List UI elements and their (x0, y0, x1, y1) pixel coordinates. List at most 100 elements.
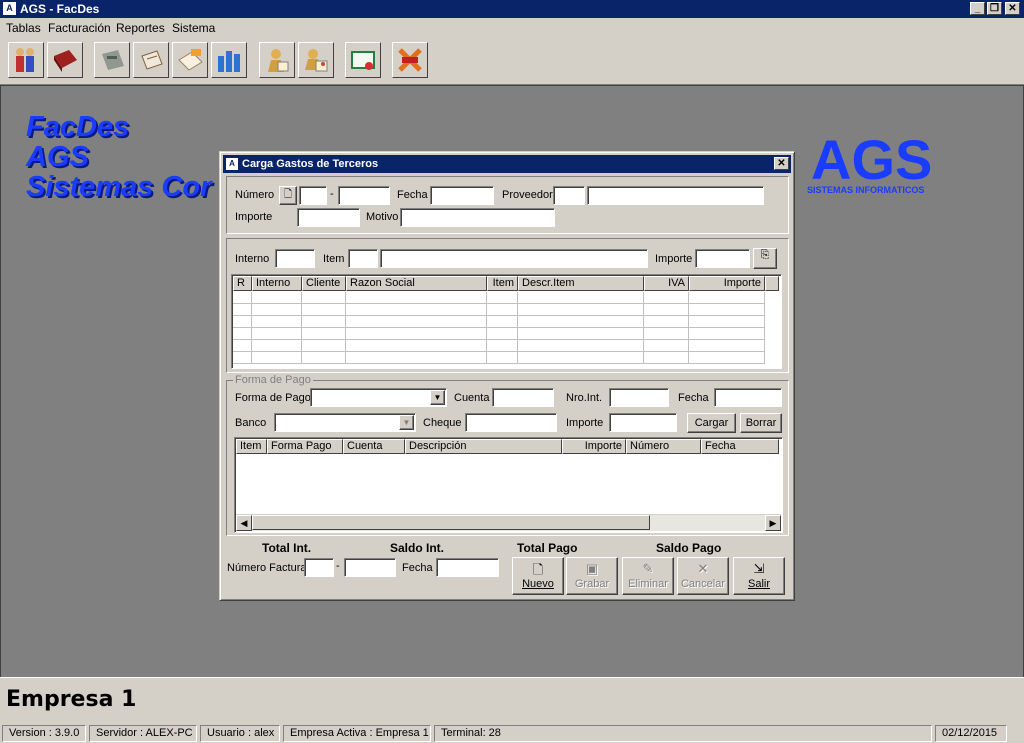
col-pago-importe[interactable]: Importe (562, 439, 626, 454)
menu-reportes[interactable]: Reportes (116, 21, 165, 35)
nroint-input[interactable] (609, 388, 669, 407)
maximize-button[interactable]: ❒ (987, 2, 1002, 15)
cheque-input[interactable] (465, 413, 557, 432)
factura-prefix-input[interactable] (304, 558, 334, 577)
factura-numero-input[interactable] (344, 558, 396, 577)
dialog-title: Carga Gastos de Terceros (242, 158, 379, 170)
col-descr-item[interactable]: Descr.Item (518, 276, 644, 291)
proveedor-label: Proveedor (502, 189, 553, 201)
chevron-left-icon: ◀ (240, 518, 248, 528)
numero-prefix-input[interactable] (299, 186, 327, 205)
pagos-horizontal-scrollbar[interactable]: ◀ ▶ (236, 514, 781, 531)
book-button[interactable] (47, 42, 83, 78)
col-forma-pago[interactable]: Forma Pago (267, 439, 343, 454)
mail-icon (178, 49, 203, 71)
motivo-input[interactable] (400, 208, 555, 227)
col-r[interactable]: R (233, 276, 252, 291)
mail-button[interactable] (172, 42, 208, 78)
ags-logo-subtitle: SISTEMAS INFORMATICOS (807, 185, 925, 195)
items-importe-input[interactable] (695, 249, 750, 268)
items-importe-label: Importe (655, 253, 693, 265)
item-input[interactable] (348, 249, 378, 268)
calculator-button[interactable] (94, 42, 130, 78)
menu-tablas[interactable]: Tablas (6, 21, 41, 35)
col-item[interactable]: Item (487, 276, 518, 291)
proveedor-name-input[interactable] (587, 186, 764, 205)
table-row[interactable] (233, 328, 765, 340)
col-pago-fecha[interactable]: Fecha (701, 439, 779, 454)
nuevo-button[interactable]: 🗋 Nuevo (512, 557, 564, 595)
table-row[interactable] (233, 340, 765, 352)
eliminar-label: Eliminar (628, 578, 668, 590)
col-razon-social[interactable]: Razon Social (346, 276, 487, 291)
col-interno[interactable]: Interno (252, 276, 302, 291)
table-row[interactable] (233, 352, 765, 364)
minimize-button[interactable]: _ (970, 2, 985, 15)
dialog-close-button[interactable]: ✕ (774, 157, 789, 170)
certificate-button[interactable] (345, 42, 381, 78)
exit-button[interactable] (392, 42, 428, 78)
col-pago-item[interactable]: Item (236, 439, 267, 454)
cancelar-button[interactable]: ✕ Cancelar (677, 557, 729, 595)
col-importe[interactable]: Importe (689, 276, 765, 291)
importe-input[interactable] (297, 208, 360, 227)
factura-fecha-input[interactable] (436, 558, 499, 577)
chevron-down-icon: ▼ (433, 393, 442, 402)
eliminar-button[interactable]: ✎ Eliminar (622, 557, 674, 595)
numero-input[interactable] (338, 186, 390, 205)
scroll-right-button[interactable]: ▶ (765, 515, 781, 531)
col-cliente[interactable]: Cliente (302, 276, 346, 291)
chart-button[interactable] (211, 42, 247, 78)
forma-pago-select[interactable] (310, 388, 447, 407)
forma-pago-dropdown-button[interactable]: ▼ (430, 390, 445, 405)
salir-button[interactable]: ⇲ Salir (733, 557, 785, 595)
factura-fecha-label: Fecha (402, 562, 433, 574)
scroll-left-button[interactable]: ◀ (236, 515, 252, 531)
invoice-button[interactable] (133, 42, 169, 78)
add-item-button[interactable]: ⎘ (753, 248, 777, 269)
col-iva[interactable]: IVA (644, 276, 689, 291)
fecha-input[interactable] (430, 186, 494, 205)
table-row[interactable] (233, 304, 765, 316)
clients-button[interactable] (298, 42, 334, 78)
status-date: 02/12/2015 (935, 725, 1007, 742)
items-grid[interactable]: R Interno Cliente Razon Social Item Desc… (231, 274, 782, 369)
menu-facturacion[interactable]: Facturación (48, 21, 111, 35)
banco-select[interactable] (274, 413, 416, 432)
pagos-grid[interactable]: Item Forma Pago Cuenta Descripción Impor… (234, 437, 783, 533)
carga-gastos-dialog: A Carga Gastos de Terceros ✕ Número 🗋 - … (219, 151, 795, 601)
pago-fecha-input[interactable] (714, 388, 782, 407)
grabar-button[interactable]: ▣ Grabar (566, 557, 618, 595)
users-button[interactable] (8, 42, 44, 78)
exit-door-icon: ⇲ (753, 561, 765, 576)
col-descripcion[interactable]: Descripción (405, 439, 562, 454)
cancelar-label: Cancelar (680, 578, 726, 590)
pago-importe-input[interactable] (609, 413, 677, 432)
salir-label: Salir (747, 578, 770, 590)
scroll-thumb[interactable] (252, 515, 650, 530)
close-app-button[interactable]: ✕ (1005, 2, 1020, 15)
interno-input[interactable] (275, 249, 315, 268)
dialog-title-bar: A Carga Gastos de Terceros ✕ (223, 155, 791, 173)
table-row[interactable] (233, 316, 765, 328)
items-panel: Interno Item Importe ⎘ R Interno Cliente… (226, 238, 789, 373)
borrar-button[interactable]: Borrar (740, 413, 782, 433)
cheque-label: Cheque (423, 417, 462, 429)
document-lookup-button[interactable]: 🗋 (279, 186, 297, 205)
col-cuenta[interactable]: Cuenta (343, 439, 405, 454)
banco-dropdown-button[interactable]: ▼ (399, 415, 414, 430)
exit-icon (398, 48, 422, 72)
item-description-input[interactable] (380, 249, 648, 268)
cargar-button[interactable]: Cargar (687, 413, 736, 433)
chevron-right-icon: ▶ (769, 518, 777, 528)
status-version: Version : 3.9.0 (2, 725, 86, 742)
col-numero[interactable]: Número (626, 439, 701, 454)
importe-label: Importe (235, 211, 273, 223)
proveedor-code-input[interactable] (553, 186, 585, 205)
numero-factura-label: Número Factura (227, 562, 307, 574)
table-row[interactable] (233, 292, 765, 304)
cuenta-input[interactable] (492, 388, 554, 407)
document-icon: 🗋 (283, 189, 293, 200)
client-button[interactable] (259, 42, 295, 78)
menu-sistema[interactable]: Sistema (172, 21, 215, 35)
